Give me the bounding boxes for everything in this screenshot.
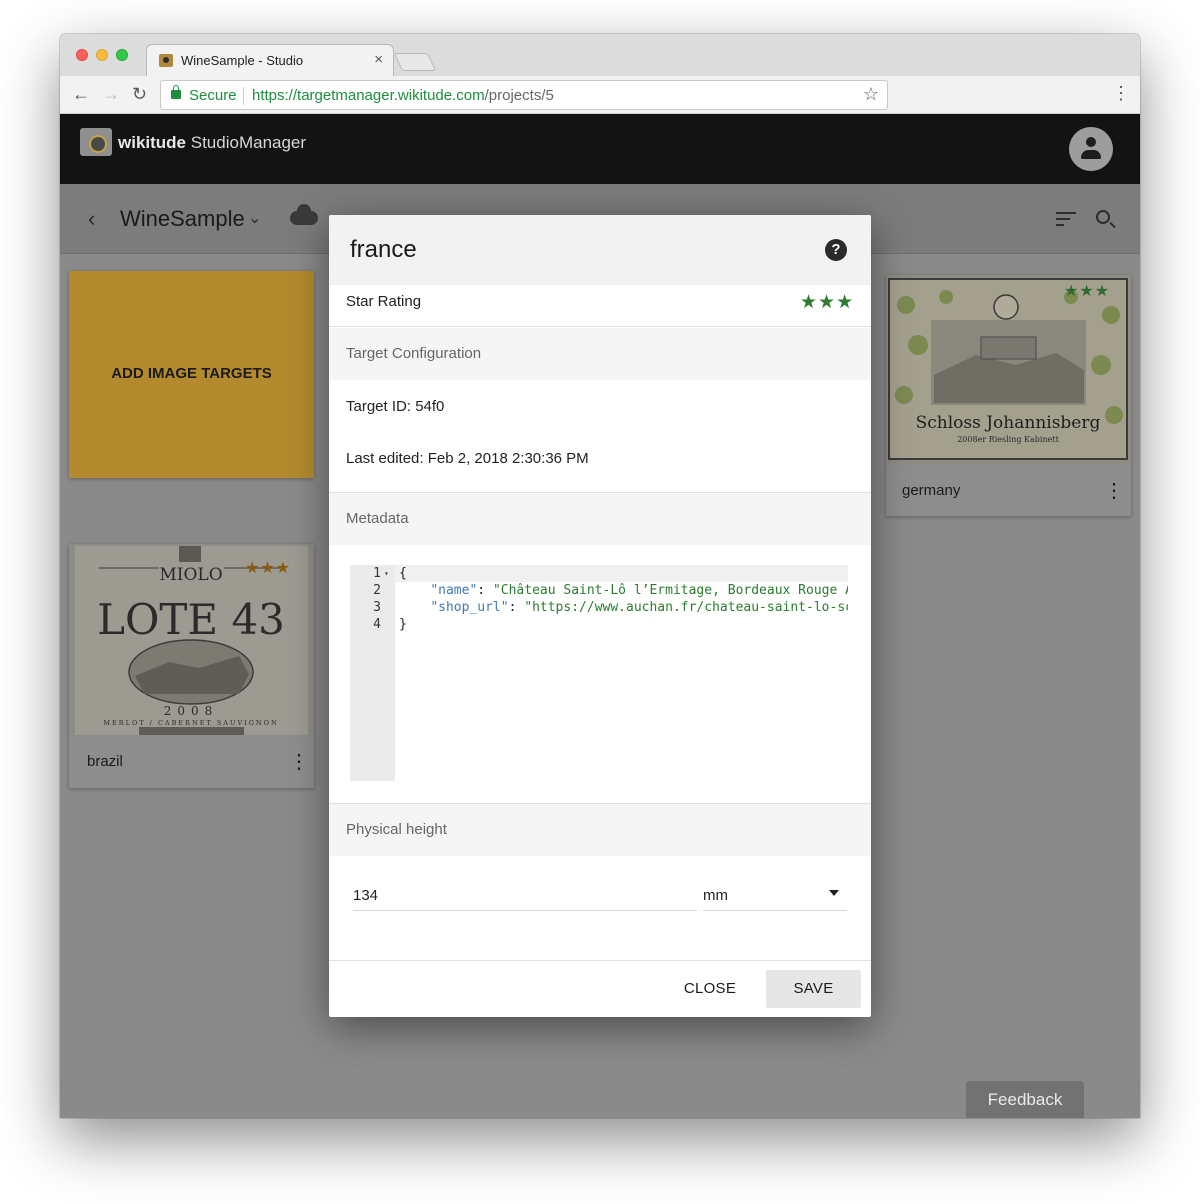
- code-line-4: }: [399, 617, 407, 632]
- add-image-targets-card[interactable]: ADD IMAGE TARGETS: [69, 271, 314, 478]
- feedback-button[interactable]: Feedback: [966, 1081, 1084, 1118]
- reload-icon[interactable]: ↻: [132, 84, 147, 104]
- close-button[interactable]: CLOSE: [669, 970, 751, 1008]
- back-arrow-icon[interactable]: ←: [72, 84, 90, 104]
- url-path: /projects/5: [484, 87, 554, 104]
- last-edited-text: Last edited: Feb 2, 2018 2:30:36 PM: [346, 450, 589, 467]
- window-zoom-button[interactable]: [116, 49, 128, 61]
- back-chevron-icon[interactable]: ‹: [88, 206, 95, 232]
- editor-active-line: [395, 565, 848, 582]
- metadata-code-editor[interactable]: 1 ▾ 2 3 4 { "name": "Château Saint-Lô l’…: [350, 565, 848, 781]
- browser-menu-icon[interactable]: ⋮: [1112, 84, 1130, 102]
- brazil-card-menu-icon[interactable]: ⋮: [289, 752, 309, 772]
- tab-strip: WineSample - Studio ×: [60, 34, 1140, 76]
- target-card-brazil[interactable]: MIOLO LOTE 43 2008 MERLOT / CABERNET SAU…: [69, 544, 314, 788]
- target-configuration-title: Target Configuration: [346, 345, 482, 362]
- json-key-shop-url: "shop_url": [430, 600, 509, 615]
- project-name[interactable]: WineSample: [120, 206, 245, 232]
- target-card-germany[interactable]: Schloss Johannisberg 2008er Riesling Kab…: [886, 275, 1131, 516]
- add-image-targets-label: ADD IMAGE TARGETS: [111, 365, 272, 382]
- brazil-label-grapes: MERLOT / CABERNET SAUVIGNON: [103, 719, 278, 727]
- germany-label-sub: 2008er Riesling Kabinett: [957, 435, 1059, 444]
- physical-height-title: Physical height: [346, 821, 447, 838]
- window-close-button[interactable]: [76, 49, 88, 61]
- new-tab-button[interactable]: [393, 53, 437, 71]
- brazil-label-title: LOTE 43: [97, 595, 285, 644]
- germany-card-name: germany: [902, 482, 961, 499]
- tab-title: WineSample - Studio: [181, 53, 304, 68]
- sort-icon[interactable]: [1056, 212, 1076, 226]
- brand-bold: wikitude: [118, 133, 187, 152]
- browser-tab[interactable]: WineSample - Studio ×: [146, 44, 394, 76]
- germany-wine-label-image: Schloss Johannisberg 2008er Riesling Kab…: [886, 275, 1131, 465]
- json-value-name: "Château Saint-Lô l’Ermitage, Bordeaux R…: [492, 583, 848, 598]
- code-line-2: "name": "Château Saint-Lô l’Ermitage, Bo…: [399, 582, 848, 599]
- fold-arrow-icon[interactable]: ▾: [384, 565, 389, 582]
- dropdown-arrow-icon: [829, 890, 839, 896]
- browser-toolbar: ← → ↻ Secure https://targetmanager.wikit…: [60, 76, 1140, 114]
- help-icon[interactable]: ?: [825, 239, 847, 261]
- app-viewport: wikitude StudioManager ‹ WineSample ⌄ AD…: [60, 114, 1140, 1118]
- chevron-down-icon[interactable]: ⌄: [248, 208, 261, 228]
- footer-divider: [329, 960, 871, 961]
- json-value-shop-url: "https://www.auchan.fr/chateau-saint-lo-…: [524, 600, 848, 615]
- line-number: 3: [373, 600, 381, 615]
- search-icon[interactable]: [1096, 210, 1110, 224]
- code-line-3: "shop_url": "https://www.auchan.fr/chate…: [399, 599, 848, 616]
- physical-height-value: 134: [353, 887, 379, 904]
- window-minimize-button[interactable]: [96, 49, 108, 61]
- dialog-title: france: [350, 236, 417, 263]
- code-line-1: {: [399, 566, 407, 581]
- metadata-header: Metadata: [329, 493, 871, 545]
- star-rating-stars[interactable]: ★★★: [800, 291, 854, 314]
- brazil-star-rating: ★★★: [245, 560, 292, 577]
- unit-select-value: mm: [703, 887, 728, 904]
- forward-arrow-icon[interactable]: →: [102, 84, 120, 104]
- cloud-icon[interactable]: [290, 204, 318, 225]
- lock-icon: [171, 85, 181, 99]
- metadata-title: Metadata: [346, 510, 409, 527]
- wikitude-logo-icon: [80, 128, 112, 156]
- star-rating-row: Star Rating ★★★: [329, 285, 871, 327]
- target-id-text: Target ID: 54f0: [346, 398, 445, 415]
- url-host: https://targetmanager.wikitude.com: [252, 87, 485, 104]
- physical-height-header: Physical height: [329, 804, 871, 856]
- save-button[interactable]: SAVE: [766, 970, 861, 1008]
- account-avatar-icon[interactable]: [1069, 127, 1113, 171]
- wikitude-favicon-icon: [159, 54, 173, 67]
- secure-label: Secure: [189, 87, 237, 104]
- brazil-label-year: 2008: [164, 704, 219, 718]
- star-rating-label: Star Rating: [346, 293, 422, 310]
- line-number: 2: [373, 583, 381, 598]
- url-text: https://targetmanager.wikitude.com/proje…: [252, 87, 554, 104]
- unit-select[interactable]: mm: [703, 885, 847, 911]
- brand-rest: StudioManager: [190, 133, 307, 152]
- germany-label-title: Schloss Johannisberg: [916, 413, 1101, 433]
- physical-height-input[interactable]: 134: [353, 885, 697, 911]
- address-divider: [243, 87, 244, 105]
- tab-close-icon[interactable]: ×: [374, 51, 383, 68]
- germany-card-menu-icon[interactable]: ⋮: [1104, 481, 1124, 501]
- dialog-header: france ?: [329, 215, 871, 285]
- app-header: wikitude StudioManager: [60, 114, 1140, 184]
- target-configuration-header: Target Configuration: [329, 328, 871, 380]
- target-edit-dialog: france ? Star Rating ★★★ Target Configur…: [329, 215, 871, 1017]
- germany-star-rating: ★★★: [1064, 283, 1111, 300]
- line-number: 4: [373, 617, 381, 632]
- json-key-name: "name": [430, 583, 478, 598]
- bookmark-star-icon[interactable]: ☆: [863, 84, 879, 105]
- address-bar[interactable]: Secure https://targetmanager.wikitude.co…: [160, 80, 888, 110]
- brazil-card-name: brazil: [87, 753, 123, 770]
- brazil-label-brand: MIOLO: [159, 565, 222, 585]
- line-number: 1: [373, 566, 381, 581]
- app-brand: wikitude StudioManager: [118, 133, 306, 153]
- browser-window: WineSample - Studio × ← → ↻ Secure https…: [60, 34, 1140, 1118]
